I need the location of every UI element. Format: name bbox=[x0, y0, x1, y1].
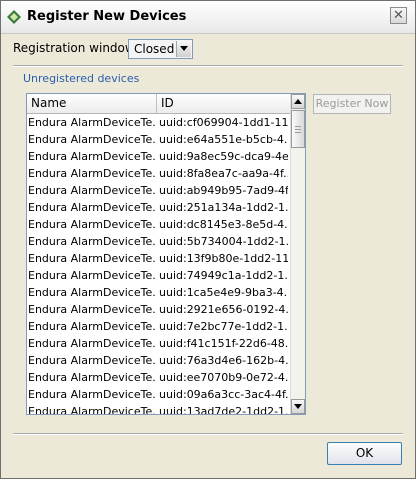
device-name-cell: Endura AlarmDeviceTe... bbox=[28, 201, 155, 214]
device-name-cell: Endura AlarmDeviceTe... bbox=[28, 235, 155, 248]
device-name-cell: Endura AlarmDeviceTe... bbox=[28, 354, 155, 367]
device-id-cell: uuid:5b734004-1dd2-1... bbox=[159, 235, 288, 248]
device-id-cell: uuid:1ca5e4e9-9ba3-4... bbox=[159, 286, 288, 299]
table-row[interactable]: Endura AlarmDeviceTe... uuid:dc8145e3-8e5… bbox=[27, 216, 290, 233]
device-id-cell: uuid:8fa8ea7c-aa9a-4f... bbox=[159, 167, 288, 180]
column-header-name[interactable]: Name bbox=[27, 94, 157, 113]
close-icon: ✕ bbox=[393, 8, 404, 23]
device-name-cell: Endura AlarmDeviceTe... bbox=[28, 133, 155, 146]
table-row[interactable]: Endura AlarmDeviceTe... uuid:9a8ec59c-dca… bbox=[27, 148, 290, 165]
table-row[interactable]: Endura AlarmDeviceTe... uuid:f41c151f-22d… bbox=[27, 335, 290, 352]
unregistered-devices-title: Unregistered devices bbox=[23, 72, 140, 85]
device-id-cell: uuid:2921e656-0192-4... bbox=[159, 303, 288, 316]
diamond-app-icon bbox=[7, 10, 21, 24]
device-id-cell: uuid:ee7070b9-0e72-4... bbox=[159, 371, 288, 384]
chevron-down-icon[interactable] bbox=[176, 41, 191, 57]
register-now-button[interactable]: Register Now bbox=[313, 94, 391, 114]
table-row[interactable]: Endura AlarmDeviceTe... uuid:8fa8ea7c-aa9… bbox=[27, 165, 290, 182]
table-row[interactable]: Endura AlarmDeviceTe... uuid:76a3d4e6-162… bbox=[27, 352, 290, 369]
table-row[interactable]: Endura AlarmDeviceTe... uuid:09a6a3cc-3ac… bbox=[27, 386, 290, 403]
table-row[interactable]: Endura AlarmDeviceTe... uuid:2921e656-019… bbox=[27, 301, 290, 318]
table-row[interactable]: Endura AlarmDeviceTe... uuid:5b734004-1dd… bbox=[27, 233, 290, 250]
device-id-cell: uuid:251a134a-1dd2-1... bbox=[159, 201, 288, 214]
device-name-cell: Endura AlarmDeviceTe... bbox=[28, 371, 155, 384]
scroll-up-icon[interactable] bbox=[291, 94, 305, 109]
device-id-cell: uuid:9a8ec59c-dca9-4e... bbox=[159, 150, 288, 163]
table-row[interactable]: Endura AlarmDeviceTe... uuid:7e2bc77e-1dd… bbox=[27, 318, 290, 335]
table-body: Endura AlarmDeviceTe... uuid:cf069904-1dd… bbox=[27, 114, 290, 414]
device-id-cell: uuid:cf069904-1dd1-11... bbox=[159, 116, 288, 129]
devices-table: Name ID Endura AlarmDeviceTe... uuid:cf06… bbox=[26, 93, 306, 415]
ok-button[interactable]: OK bbox=[327, 442, 402, 465]
table-row[interactable]: Endura AlarmDeviceTe... uuid:ee7070b9-0e7… bbox=[27, 369, 290, 386]
device-name-cell: Endura AlarmDeviceTe... bbox=[28, 252, 155, 265]
close-button[interactable]: ✕ bbox=[390, 7, 407, 24]
device-name-cell: Endura AlarmDeviceTe... bbox=[28, 218, 155, 231]
registration-window-select[interactable]: Closed bbox=[128, 39, 193, 59]
divider bbox=[13, 433, 403, 435]
table-header: Name ID bbox=[27, 94, 290, 114]
table-row[interactable]: Endura AlarmDeviceTe... uuid:74949c1a-1dd… bbox=[27, 267, 290, 284]
device-name-cell: Endura AlarmDeviceTe... bbox=[28, 388, 155, 401]
device-id-cell: uuid:e64a551e-b5cb-4... bbox=[159, 133, 288, 146]
device-name-cell: Endura AlarmDeviceTe... bbox=[28, 320, 155, 333]
device-name-cell: Endura AlarmDeviceTe... bbox=[28, 286, 155, 299]
device-id-cell: uuid:7e2bc77e-1dd2-1... bbox=[159, 320, 288, 333]
device-id-cell: uuid:74949c1a-1dd2-1... bbox=[159, 269, 288, 282]
device-id-cell: uuid:13f9b80e-1dd2-11... bbox=[159, 252, 288, 265]
column-header-id[interactable]: ID bbox=[157, 94, 290, 113]
table-row[interactable]: Endura AlarmDeviceTe... uuid:1ca5e4e9-9ba… bbox=[27, 284, 290, 301]
device-name-cell: Endura AlarmDeviceTe... bbox=[28, 150, 155, 163]
device-name-cell: Endura AlarmDeviceTe... bbox=[28, 269, 155, 282]
device-name-cell: Endura AlarmDeviceTe... bbox=[28, 116, 155, 129]
registration-window-label: Registration window: bbox=[13, 41, 139, 55]
title-bar: Register New Devices ✕ bbox=[1, 1, 415, 34]
scrollbar-thumb[interactable] bbox=[291, 110, 305, 148]
window-title: Register New Devices bbox=[27, 9, 187, 24]
device-id-cell: uuid:76a3d4e6-162b-4... bbox=[159, 354, 288, 367]
device-id-cell: uuid:09a6a3cc-3ac4-4f... bbox=[159, 388, 288, 401]
device-id-cell: uuid:dc8145e3-8e5d-4... bbox=[159, 218, 288, 231]
table-row[interactable]: Endura AlarmDeviceTe... uuid:13f9b80e-1dd… bbox=[27, 250, 290, 267]
device-id-cell: uuid:f41c151f-22d6-48... bbox=[159, 337, 288, 350]
device-id-cell: uuid:13ad7de2-1dd2-1... bbox=[159, 405, 288, 414]
device-name-cell: Endura AlarmDeviceTe... bbox=[28, 303, 155, 316]
device-name-cell: Endura AlarmDeviceTe... bbox=[28, 167, 155, 180]
table-row[interactable]: Endura AlarmDeviceTe... uuid:251a134a-1dd… bbox=[27, 199, 290, 216]
registration-window-value: Closed bbox=[134, 42, 175, 56]
device-id-cell: uuid:ab949b95-7ad9-4f... bbox=[159, 184, 288, 197]
divider bbox=[13, 65, 403, 67]
dialog-window: Register New Devices ✕ Registration wind… bbox=[0, 0, 416, 479]
table-row[interactable]: Endura AlarmDeviceTe... uuid:cf069904-1dd… bbox=[27, 114, 290, 131]
device-name-cell: Endura AlarmDeviceTe... bbox=[28, 337, 155, 350]
device-name-cell: Endura AlarmDeviceTe... bbox=[28, 405, 155, 414]
table-row[interactable]: Endura AlarmDeviceTe... uuid:e64a551e-b5c… bbox=[27, 131, 290, 148]
table-row[interactable]: Endura AlarmDeviceTe... uuid:13ad7de2-1dd… bbox=[27, 403, 290, 414]
device-name-cell: Endura AlarmDeviceTe... bbox=[28, 184, 155, 197]
scroll-down-icon[interactable] bbox=[291, 399, 305, 414]
vertical-scrollbar[interactable] bbox=[290, 94, 305, 414]
table-row[interactable]: Endura AlarmDeviceTe... uuid:ab949b95-7ad… bbox=[27, 182, 290, 199]
